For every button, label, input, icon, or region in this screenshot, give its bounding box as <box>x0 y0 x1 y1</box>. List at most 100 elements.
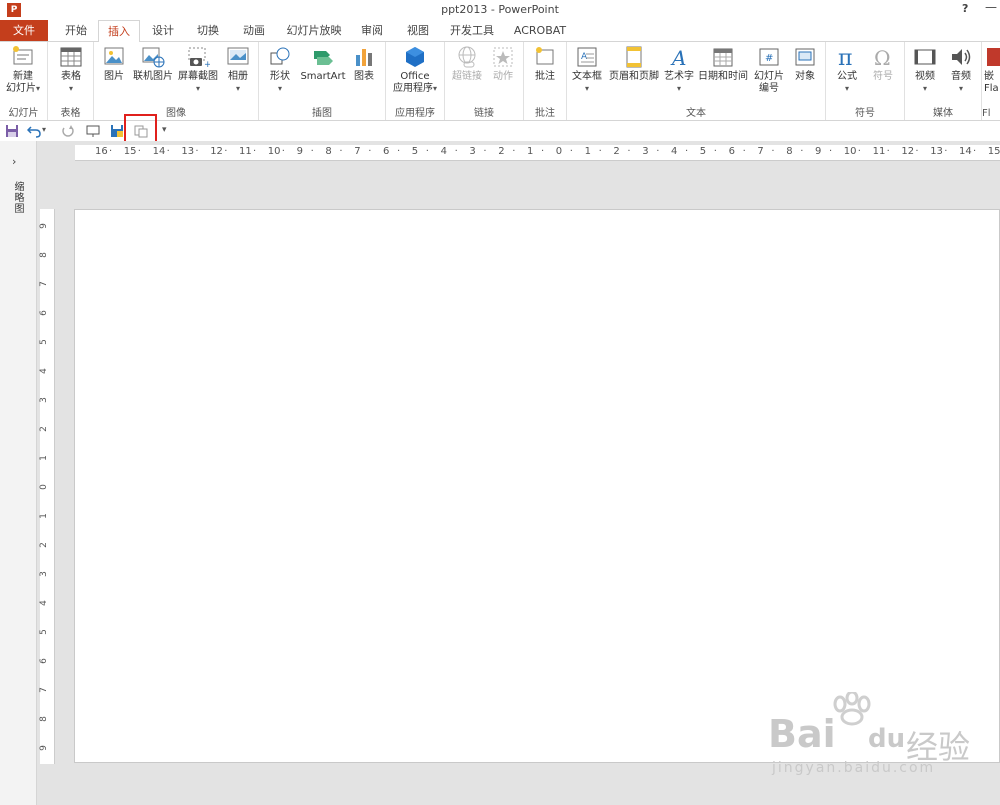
comment-button[interactable]: 批注 <box>528 45 562 83</box>
start-from-beginning-icon[interactable] <box>86 124 100 138</box>
group-comments: 批注 批注 <box>524 42 567 120</box>
ruler-minor-tick: · <box>569 146 573 157</box>
tab-home[interactable]: 开始 <box>58 20 94 41</box>
ruler-minor-tick: · <box>166 146 170 157</box>
save-as-icon[interactable] <box>110 124 124 138</box>
object-icon <box>795 48 815 66</box>
audio-button[interactable]: 音频 ▾ <box>945 45 977 95</box>
wordart-button[interactable]: A 艺术字 ▾ <box>663 45 695 95</box>
help-icon[interactable]: ? <box>962 2 968 15</box>
ruler-tick-label: 1 <box>38 513 49 519</box>
smartart-button[interactable]: SmartArt <box>299 45 347 83</box>
online-picture-button[interactable]: 联机图片 <box>132 45 174 83</box>
office-apps-button[interactable]: Office 应用程序▾ <box>389 45 441 95</box>
action-button[interactable]: 动作 <box>487 45 519 83</box>
tab-developer[interactable]: 开发工具 <box>446 20 498 41</box>
ruler-tick-label: 4 <box>38 600 49 606</box>
group-label-tables: 表格 <box>60 108 81 119</box>
slide-number-button[interactable]: # 幻灯片 编号 <box>751 45 787 95</box>
ruler-tick-label: 2 <box>613 146 620 157</box>
ruler-minor-tick: · <box>800 146 804 157</box>
save-icon[interactable] <box>5 124 19 138</box>
ruler-tick-label: 11 <box>872 146 886 157</box>
group-label-images: 图像 <box>166 108 186 119</box>
ruler-minor-tick: · <box>512 146 516 157</box>
expand-panel-icon[interactable]: › <box>12 155 16 168</box>
ruler-tick-label: 9 <box>296 146 303 157</box>
photo-album-button[interactable]: 相册 ▾ <box>222 45 254 95</box>
ruler-tick-label: 13 <box>930 146 943 157</box>
svg-text:Ω: Ω <box>874 46 891 69</box>
ruler-tick-label: 2 <box>38 426 49 432</box>
ruler-minor-tick: · <box>195 146 199 157</box>
embed-flash-button[interactable]: 嵌 Fla <box>984 45 1000 95</box>
ruler-tick-label: 0 <box>555 146 563 157</box>
group-images: 图片 联机图片 + 屏幕截图 ▾ 相册 ▾ 图像 <box>94 42 259 120</box>
ruler-tick-label: 9 <box>38 223 49 229</box>
equation-button[interactable]: π 公式 ▾ <box>830 45 864 95</box>
ruler-minor-tick: · <box>598 146 602 157</box>
date-time-button[interactable]: 日期和时间 <box>697 45 749 83</box>
ruler-tick-label: 5 <box>38 629 49 635</box>
group-label-symbols: 符号 <box>855 108 875 119</box>
picture-button[interactable]: 图片 <box>98 45 130 83</box>
window-title: ppt2013 - PowerPoint <box>441 3 559 16</box>
textbox-icon: A <box>577 47 597 67</box>
screenshot-icon: + <box>188 47 210 69</box>
ruler-minor-tick: · <box>713 146 717 157</box>
chart-button[interactable]: 图表 <box>349 45 379 83</box>
new-slide-button[interactable]: 新建 幻灯片▾ <box>2 45 44 95</box>
screenshot-button[interactable]: + 屏幕截图 ▾ <box>176 45 220 95</box>
undo-dropdown-icon[interactable]: ▾ <box>42 125 46 134</box>
ruler-minor-tick: · <box>339 146 343 157</box>
hyperlink-button[interactable]: 超链接 <box>448 45 486 83</box>
redo-icon[interactable] <box>61 124 75 138</box>
tab-review[interactable]: 审阅 <box>354 20 390 41</box>
ruler-tick-label: 6 <box>38 310 49 316</box>
tab-insert[interactable]: 插入 <box>98 20 140 43</box>
tab-file[interactable]: 文件 <box>0 20 48 41</box>
ruler-tick-label: 10 <box>843 146 857 157</box>
group-apps: Office 应用程序▾ 应用程序 <box>386 42 445 120</box>
ruler-minor-tick: · <box>310 146 314 157</box>
table-icon <box>60 47 82 67</box>
ruler-tick-label: 8 <box>38 252 49 258</box>
ruler-tick-label: 8 <box>38 716 49 722</box>
tab-view[interactable]: 视图 <box>400 20 436 41</box>
tab-slideshow[interactable]: 幻灯片放映 <box>282 20 346 41</box>
tab-animations[interactable]: 动画 <box>236 20 272 41</box>
omega-symbol-icon: Ω <box>874 46 891 69</box>
customize-qat-icon[interactable]: ▾ <box>162 125 167 135</box>
video-button[interactable]: 视频 ▾ <box>909 45 941 95</box>
tab-design[interactable]: 设计 <box>145 20 181 41</box>
group-label-text: 文本 <box>686 108 706 119</box>
watermark-url: jingyan.baidu.com <box>772 760 936 776</box>
ribbon-tab-bar: 文件 开始 插入 设计 切换 动画 幻灯片放映 审阅 视图 开发工具 ACROB… <box>0 20 1000 43</box>
ruler-tick-label: 5 <box>699 146 707 157</box>
ruler-tick-label: 3 <box>38 397 49 403</box>
ruler-tick-label: 1 <box>38 455 49 461</box>
symbol-button[interactable]: Ω 符号 <box>866 45 900 83</box>
shapes-button[interactable]: 形状 ▾ <box>263 45 297 95</box>
textbox-button[interactable]: A 文本框 ▾ <box>569 45 605 95</box>
group-text: A 文本框 ▾ 页眉和页脚 A 艺术字 ▾ 日期和时间 # 幻灯片 编号 对象 文本 <box>567 42 826 120</box>
object-button[interactable]: 对象 <box>789 45 821 83</box>
flash-icon <box>987 48 1000 66</box>
svg-text:π: π <box>838 46 852 69</box>
minimize-button[interactable]: — <box>985 0 997 14</box>
slide-canvas[interactable] <box>74 209 1000 763</box>
ruler-minor-tick: · <box>253 146 257 157</box>
ruler-tick-label: 14 <box>959 146 972 157</box>
header-footer-icon <box>626 46 642 68</box>
action-star-icon <box>493 47 513 67</box>
office-apps-icon <box>406 47 424 67</box>
watermark-brand-du: du <box>868 724 906 754</box>
ruler-minor-tick: · <box>915 146 919 157</box>
tab-transitions[interactable]: 切换 <box>190 20 226 41</box>
undo-icon[interactable] <box>27 124 41 138</box>
table-button[interactable]: 表格 ▾ <box>54 45 88 95</box>
slide-number-icon: # <box>759 48 779 66</box>
header-footer-button[interactable]: 页眉和页脚 <box>607 45 661 83</box>
ruler-tick-label: 3 <box>642 146 649 157</box>
tab-acrobat[interactable]: ACROBAT <box>508 20 572 41</box>
